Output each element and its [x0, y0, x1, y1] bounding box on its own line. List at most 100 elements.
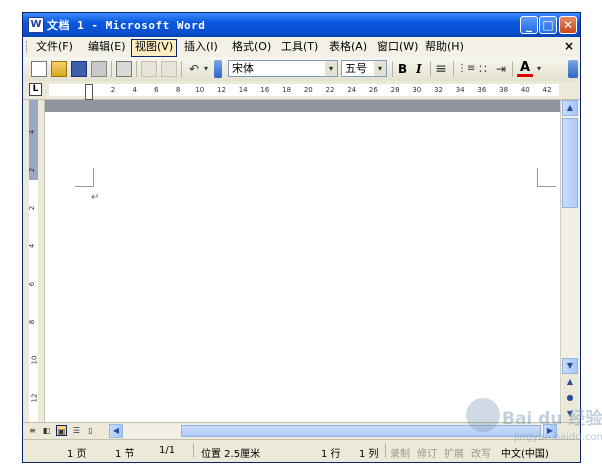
formatting-toolbar: ↶ ▾ 宋体 ▾ 五号 ▾ B I ≡ ⋮≡ ∷ ⇥ A ▾: [23, 57, 580, 82]
scroll-right-button[interactable]: ▶: [543, 424, 557, 438]
vertical-scroll-thumb[interactable]: [562, 118, 578, 208]
increase-indent-icon[interactable]: ⇥: [493, 61, 509, 77]
vertical-ruler-tick-label: 8: [28, 319, 37, 325]
indent-marker-icon[interactable]: [85, 84, 93, 100]
outline-view-button[interactable]: ☰: [71, 425, 82, 436]
status-overtype[interactable]: 改写: [471, 445, 491, 460]
status-section[interactable]: 1 节: [115, 445, 135, 460]
italic-button[interactable]: I: [416, 61, 422, 77]
ruler-tick-label: 36: [477, 86, 487, 94]
bold-button[interactable]: B: [398, 61, 407, 77]
font-color-button[interactable]: A: [517, 61, 533, 77]
paste-icon[interactable]: [161, 61, 177, 77]
menu-grip[interactable]: [26, 41, 29, 53]
status-line[interactable]: 1 行: [321, 445, 341, 460]
document-close-icon[interactable]: ×: [564, 39, 574, 53]
view-and-hscroll-bar: ≡ ◧ ▣ ☰ ▯ ◀ ▶: [23, 422, 580, 439]
open-folder-icon[interactable]: [51, 61, 67, 77]
window-title: 文档 1 - Microsoft Word: [47, 19, 206, 32]
toolbar-options-icon[interactable]: [568, 60, 578, 78]
reading-layout-view-button[interactable]: ▯: [85, 425, 96, 436]
ruler-tick-label: 16: [260, 86, 270, 94]
ruler-tick-label: 4: [132, 86, 137, 94]
horizontal-scrollbar[interactable]: ◀ ▶: [109, 424, 557, 438]
ruler-tick-label: 40: [520, 86, 530, 94]
menu-format[interactable]: 格式(O): [229, 39, 274, 55]
select-browse-object-button[interactable]: ●: [562, 390, 578, 406]
ruler-tick-label: 34: [455, 86, 465, 94]
vertical-scrollbar[interactable]: ▲ ▼ ▲ ● ▼: [560, 100, 580, 422]
vertical-ruler-tick-label: 4: [28, 129, 37, 135]
vertical-ruler-tick-label: 12: [30, 393, 39, 403]
menu-table[interactable]: 表格(A): [326, 39, 370, 55]
scroll-left-button[interactable]: ◀: [109, 424, 123, 438]
ruler-scale[interactable]: 2 4 6 8 10 12 14 16 18 20 22 24 26 28 30 32 34 36 38 40 42: [49, 84, 559, 100]
status-language[interactable]: 中文(中国): [501, 445, 549, 460]
toolbar-separator: [430, 61, 431, 77]
ruler-tick-label: 12: [217, 86, 226, 94]
normal-view-button[interactable]: ≡: [27, 425, 38, 436]
status-track-changes[interactable]: 修订: [417, 445, 437, 460]
toolbar-overflow-icon[interactable]: [214, 60, 222, 78]
status-column[interactable]: 1 列: [359, 445, 379, 460]
status-page[interactable]: 1 页: [67, 445, 87, 460]
font-size-select[interactable]: 五号 ▾: [341, 60, 387, 77]
undo-dropdown-icon[interactable]: ▾: [201, 61, 211, 77]
copy-icon[interactable]: [141, 61, 157, 77]
paragraph-mark[interactable]: ↵: [91, 192, 99, 203]
status-extend[interactable]: 扩展: [444, 445, 464, 460]
vertical-ruler-tick-label: 2: [28, 205, 37, 211]
menu-insert[interactable]: 插入(I): [181, 39, 221, 55]
status-separator: [193, 443, 194, 458]
menu-edit[interactable]: 编辑(E): [85, 39, 129, 55]
menu-file[interactable]: 文件(F): [33, 39, 76, 55]
font-size-dropdown-icon[interactable]: ▾: [374, 61, 386, 76]
top-right-crop-mark: [537, 168, 556, 187]
new-document-icon[interactable]: [31, 61, 47, 77]
toolbar-separator: [136, 61, 137, 77]
word-app-icon[interactable]: W: [28, 17, 44, 33]
web-layout-view-button[interactable]: ◧: [41, 425, 52, 436]
menu-bar: 文件(F) 编辑(E) 视图(V) 插入(I) 格式(O) 工具(T) 表格(A…: [23, 37, 580, 58]
save-icon[interactable]: [71, 61, 87, 77]
title-bar[interactable]: W 文档 1 - Microsoft Word _ □ ✕: [23, 13, 580, 37]
top-left-crop-mark: [75, 168, 94, 187]
bullets-icon[interactable]: ∷: [475, 61, 491, 77]
menu-window[interactable]: 窗口(W): [374, 39, 421, 55]
toolbar-separator: [392, 61, 393, 77]
ruler-tick-label: 10: [195, 86, 205, 94]
status-record[interactable]: 录制: [390, 445, 410, 460]
ruler-tick-label: 6: [154, 86, 159, 94]
document-canvas[interactable]: ↵: [45, 100, 560, 422]
maximize-button[interactable]: □: [539, 16, 557, 34]
font-name-dropdown-icon[interactable]: ▾: [325, 61, 337, 76]
print-layout-view-button[interactable]: ▣: [56, 425, 67, 436]
menu-view[interactable]: 视图(V): [131, 39, 178, 57]
next-page-button[interactable]: ▼: [562, 406, 578, 422]
menu-tools[interactable]: 工具(T): [278, 39, 321, 55]
scroll-up-button[interactable]: ▲: [562, 100, 578, 116]
status-position[interactable]: 位置 2.5厘米: [201, 445, 260, 460]
print-icon[interactable]: [116, 61, 132, 77]
align-justify-icon[interactable]: ≡: [433, 61, 449, 77]
tab-selector-button[interactable]: L: [29, 83, 42, 96]
vertical-ruler-scale[interactable]: 4 2 2 4 6 8 10 12: [28, 100, 39, 422]
minimize-button[interactable]: _: [520, 16, 538, 34]
ruler-tick-label: 28: [390, 86, 400, 94]
font-name-select[interactable]: 宋体 ▾: [228, 60, 338, 77]
close-button[interactable]: ✕: [559, 16, 577, 34]
horizontal-scroll-thumb[interactable]: [181, 425, 541, 437]
toolbar-separator: [111, 61, 112, 77]
font-color-dropdown-icon[interactable]: ▾: [534, 61, 544, 77]
numbering-icon[interactable]: ⋮≡: [457, 61, 475, 77]
font-size-value: 五号: [345, 62, 367, 75]
ruler-tick-label: 22: [325, 86, 335, 94]
previous-page-button[interactable]: ▲: [562, 374, 578, 390]
undo-icon[interactable]: ↶: [186, 61, 202, 77]
scroll-down-button[interactable]: ▼: [562, 358, 578, 374]
ruler-tick-label: 8: [175, 86, 181, 94]
status-page-of[interactable]: 1/1: [159, 445, 175, 456]
menu-help[interactable]: 帮助(H): [422, 39, 467, 55]
ruler-tick-label: 42: [542, 86, 552, 94]
permission-icon[interactable]: [91, 61, 107, 77]
